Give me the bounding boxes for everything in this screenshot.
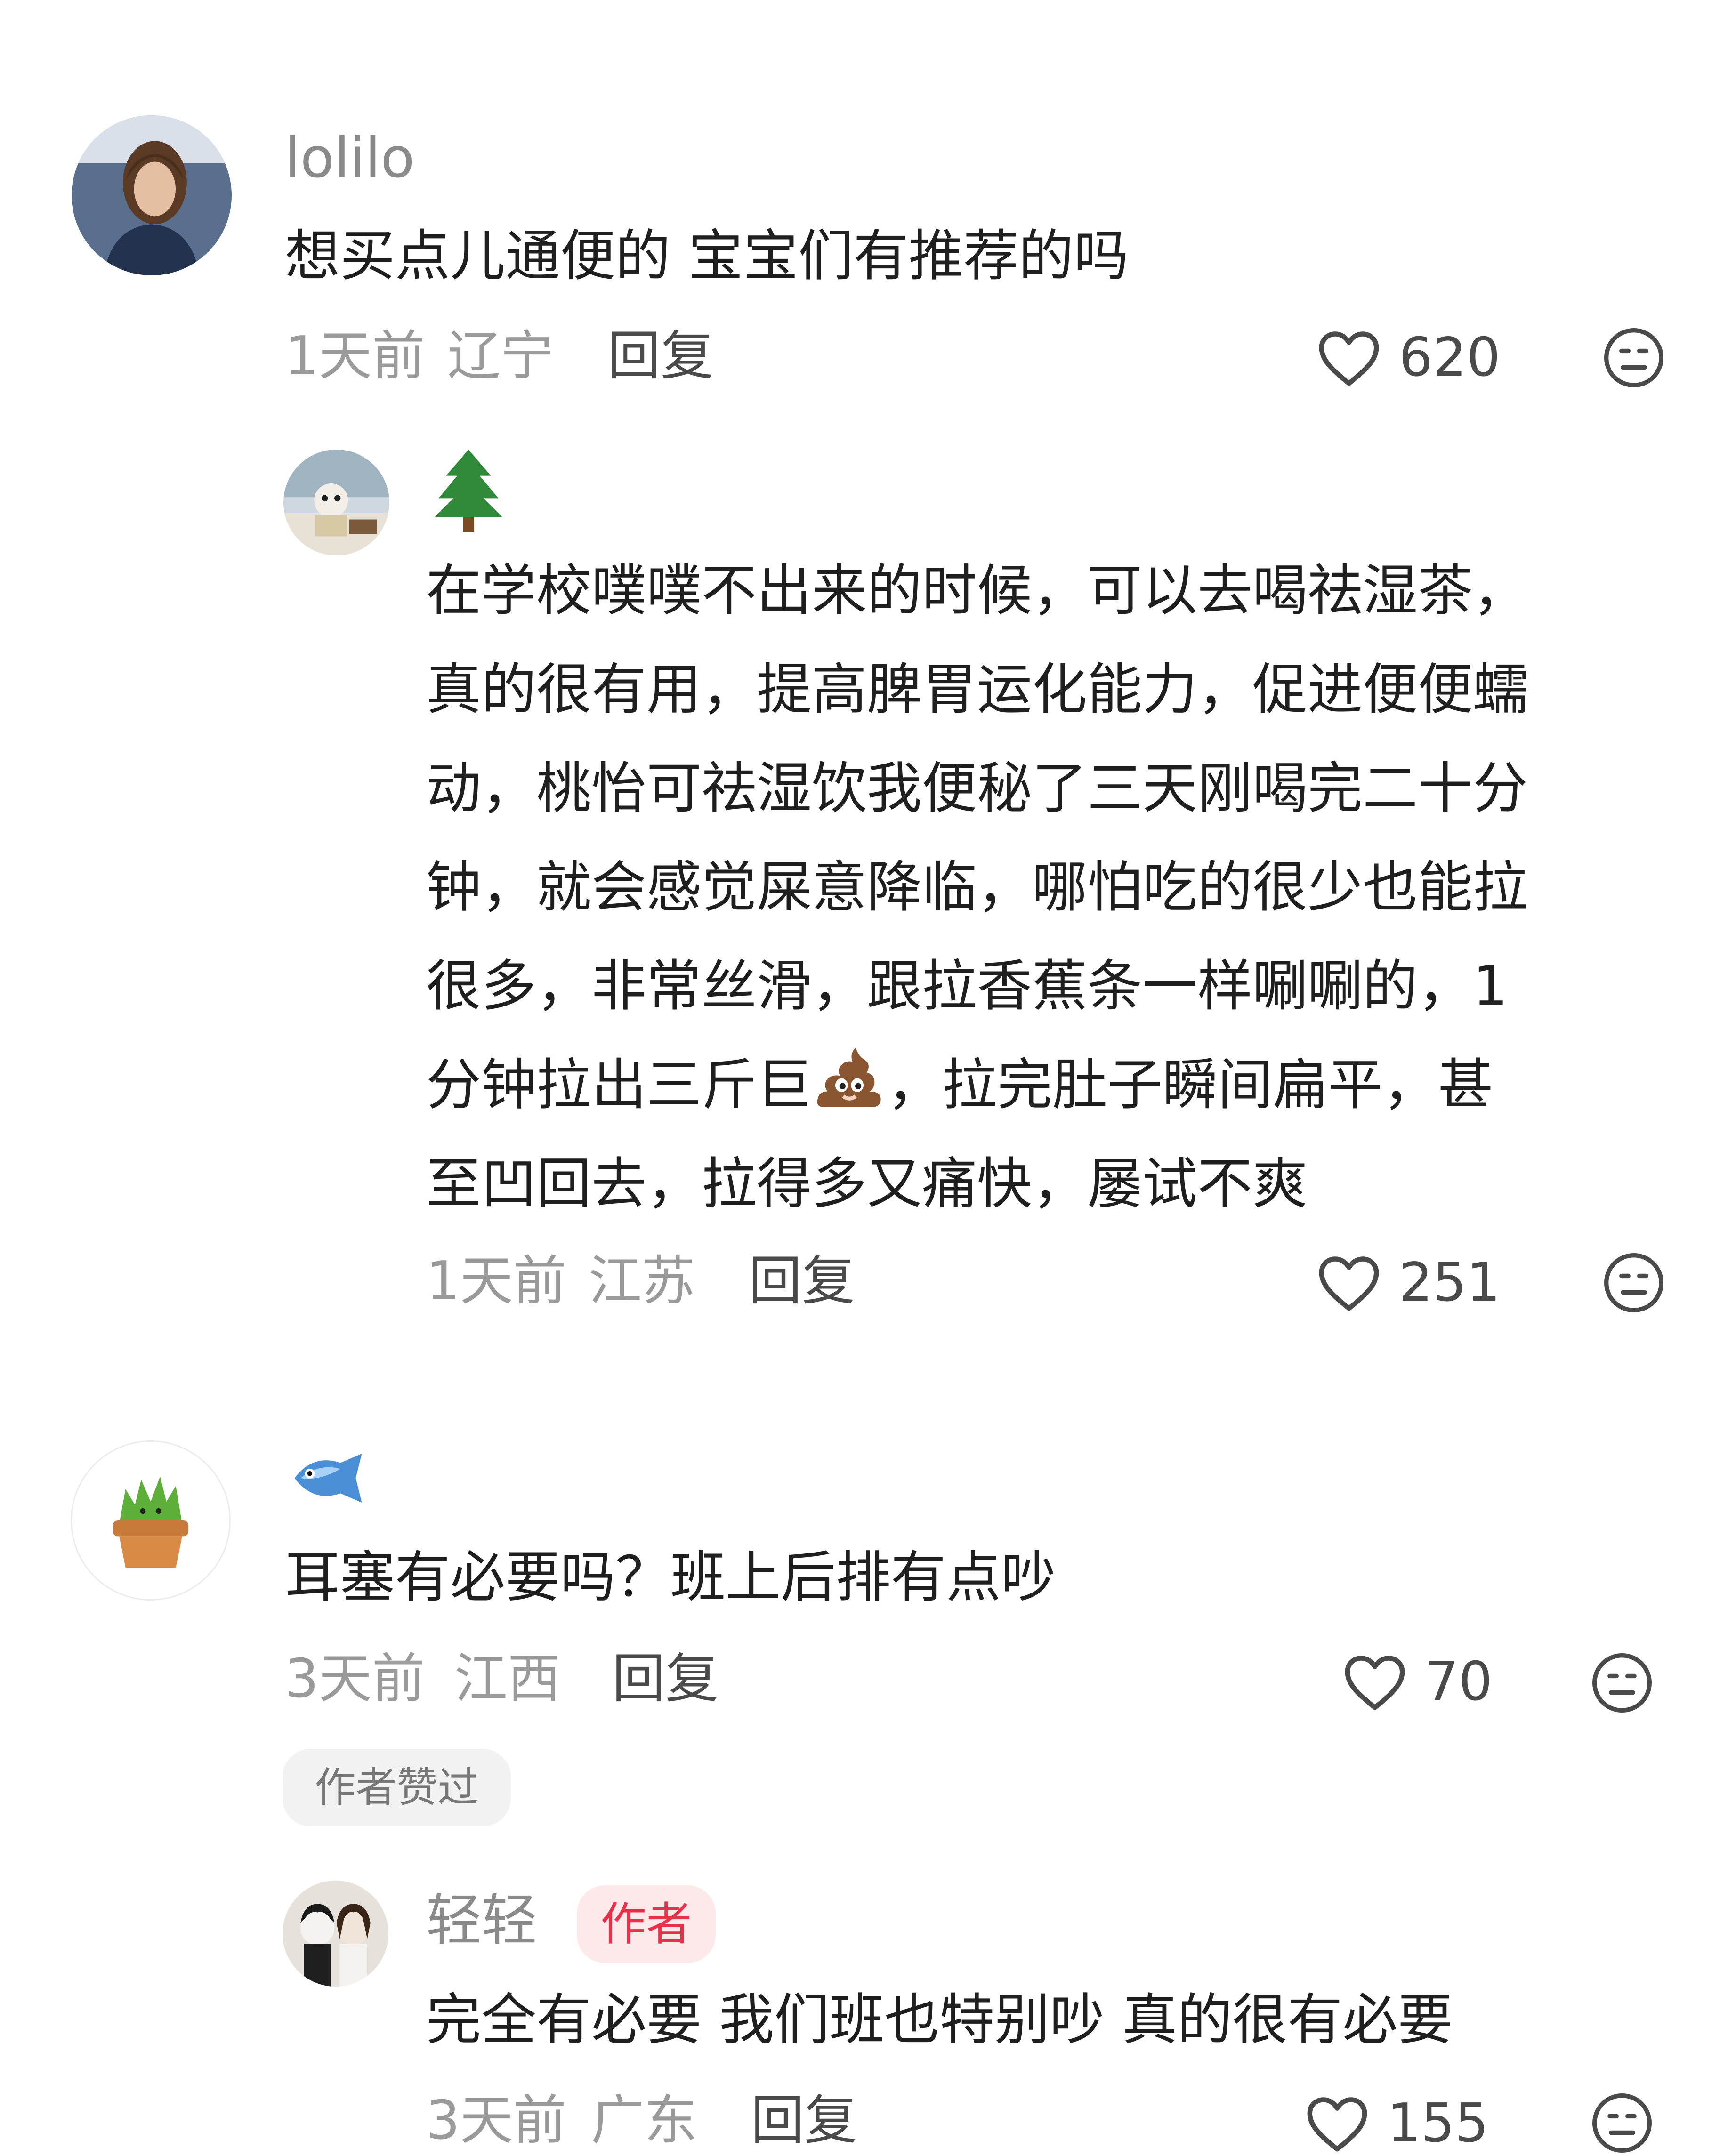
comment-text: 想买点儿通便的 宝宝们有推荐的吗: [285, 224, 1129, 288]
dislike-face-icon[interactable]: [1589, 2090, 1655, 2156]
reply-button[interactable]: 回复: [607, 330, 714, 383]
like-count: 251: [1399, 1251, 1501, 1313]
reply-button[interactable]: 回复: [749, 1255, 855, 1308]
reply-text-segment: ，拉完肚子瞬间扁平，甚: [887, 1053, 1494, 1117]
comment-time: 3天前: [285, 1648, 425, 1710]
author-liked-badge: 作者赞过: [283, 1749, 511, 1826]
like-button[interactable]: 620: [1316, 327, 1501, 387]
comment-location: 江西: [454, 1648, 561, 1710]
reply-time: 3天前: [426, 2089, 566, 2151]
reply-text-line: 钟，就会感觉屎意降临，哪怕吃的很少也能拉: [426, 855, 1528, 919]
avatar[interactable]: [72, 115, 232, 275]
reply-location: 江苏: [589, 1250, 695, 1312]
fish-icon: [288, 1448, 368, 1509]
avatar[interactable]: [283, 1881, 388, 1987]
like-button[interactable]: 70: [1342, 1651, 1493, 1712]
heart-icon: [1316, 1252, 1382, 1312]
poop-icon: [812, 1044, 887, 1114]
comment-location: 辽宁: [447, 325, 554, 387]
dislike-face-icon[interactable]: [1601, 1250, 1667, 1316]
heart-icon: [1342, 1651, 1408, 1712]
reply-text-line: 动，桃怡可祛湿饮我便秘了三天刚喝完二十分: [426, 756, 1528, 821]
heart-icon: [1316, 327, 1382, 387]
reply-button[interactable]: 回复: [751, 2094, 857, 2147]
like-count: 620: [1399, 326, 1501, 388]
reply-time: 1天前: [426, 1250, 566, 1312]
like-button[interactable]: 155: [1304, 2093, 1489, 2153]
username[interactable]: 轻轻: [426, 1892, 537, 1948]
like-count: 70: [1425, 1650, 1493, 1713]
reply-text-line: 很多，非常丝滑，跟拉香蕉条一样唰唰的，1: [426, 954, 1508, 1018]
like-count: 155: [1387, 2092, 1489, 2154]
comment-text: 耳塞有必要吗？班上后排有点吵: [285, 1545, 1057, 1609]
heart-icon: [1304, 2093, 1370, 2153]
tree-icon: [431, 450, 506, 532]
avatar[interactable]: [71, 1440, 231, 1601]
reply-text: 完全有必要 我们班也特别吵 真的很有必要: [426, 1987, 1453, 2052]
username[interactable]: lolilo: [285, 130, 415, 185]
reply-text-line: 真的很有用，提高脾胃运化能力，促进便便蠕: [426, 657, 1528, 722]
reply-button[interactable]: 回复: [612, 1652, 719, 1705]
reply-text-line: 至凹回去，拉得多又痛快，屡试不爽: [426, 1151, 1308, 1216]
reply-text: 在学校噗噗不出来的时候，可以去喝祛湿茶， 真的很有用，提高脾胃运化能力，促进便便…: [426, 541, 1528, 1233]
comment-time: 1天前: [285, 325, 425, 387]
reply-text-line-emoji: 分钟拉出三斤巨 ，拉完肚子瞬间扁平，甚: [426, 1036, 1528, 1134]
dislike-face-icon[interactable]: [1601, 325, 1667, 391]
avatar[interactable]: [283, 450, 389, 555]
reply-text-line: 在学校噗噗不出来的时候，可以去喝祛湿茶，: [426, 558, 1528, 623]
author-badge: 作者: [577, 1885, 716, 1963]
like-button[interactable]: 251: [1316, 1252, 1501, 1312]
reply-location: 广东: [591, 2089, 697, 2151]
dislike-face-icon[interactable]: [1589, 1650, 1655, 1716]
reply-text-segment: 分钟拉出三斤巨: [426, 1053, 812, 1117]
